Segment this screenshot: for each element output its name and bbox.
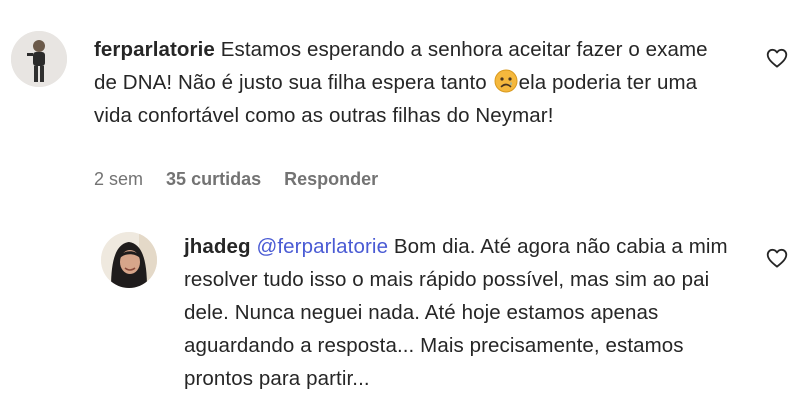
mention-link[interactable]: @ferparlatorie <box>256 235 388 258</box>
sad-face-emoji-icon <box>494 69 518 93</box>
reply-button[interactable]: Responder <box>284 169 378 189</box>
comment-likes[interactable]: 35 curtidas <box>166 169 261 189</box>
avatar-photo <box>11 31 67 87</box>
avatar[interactable] <box>101 232 157 288</box>
heart-icon[interactable] <box>766 248 788 268</box>
heart-icon[interactable] <box>766 48 788 68</box>
avatar-photo <box>101 232 157 288</box>
avatar[interactable] <box>11 31 67 87</box>
comment-username[interactable]: ferparlatorie <box>94 38 215 61</box>
comment-text: jhadeg @ferparlatorie Bom dia. Até agora… <box>184 230 744 395</box>
comment-username[interactable]: jhadeg <box>184 235 251 258</box>
comment-meta: 2 sem 35 curtidas Responder <box>94 169 396 190</box>
comment-text-body: Bom dia. Até agora não cabia a mim resol… <box>184 235 728 390</box>
comment-text: ferparlatorie Estamos esperando a senhor… <box>94 33 734 132</box>
comment-time: 2 sem <box>94 169 144 189</box>
